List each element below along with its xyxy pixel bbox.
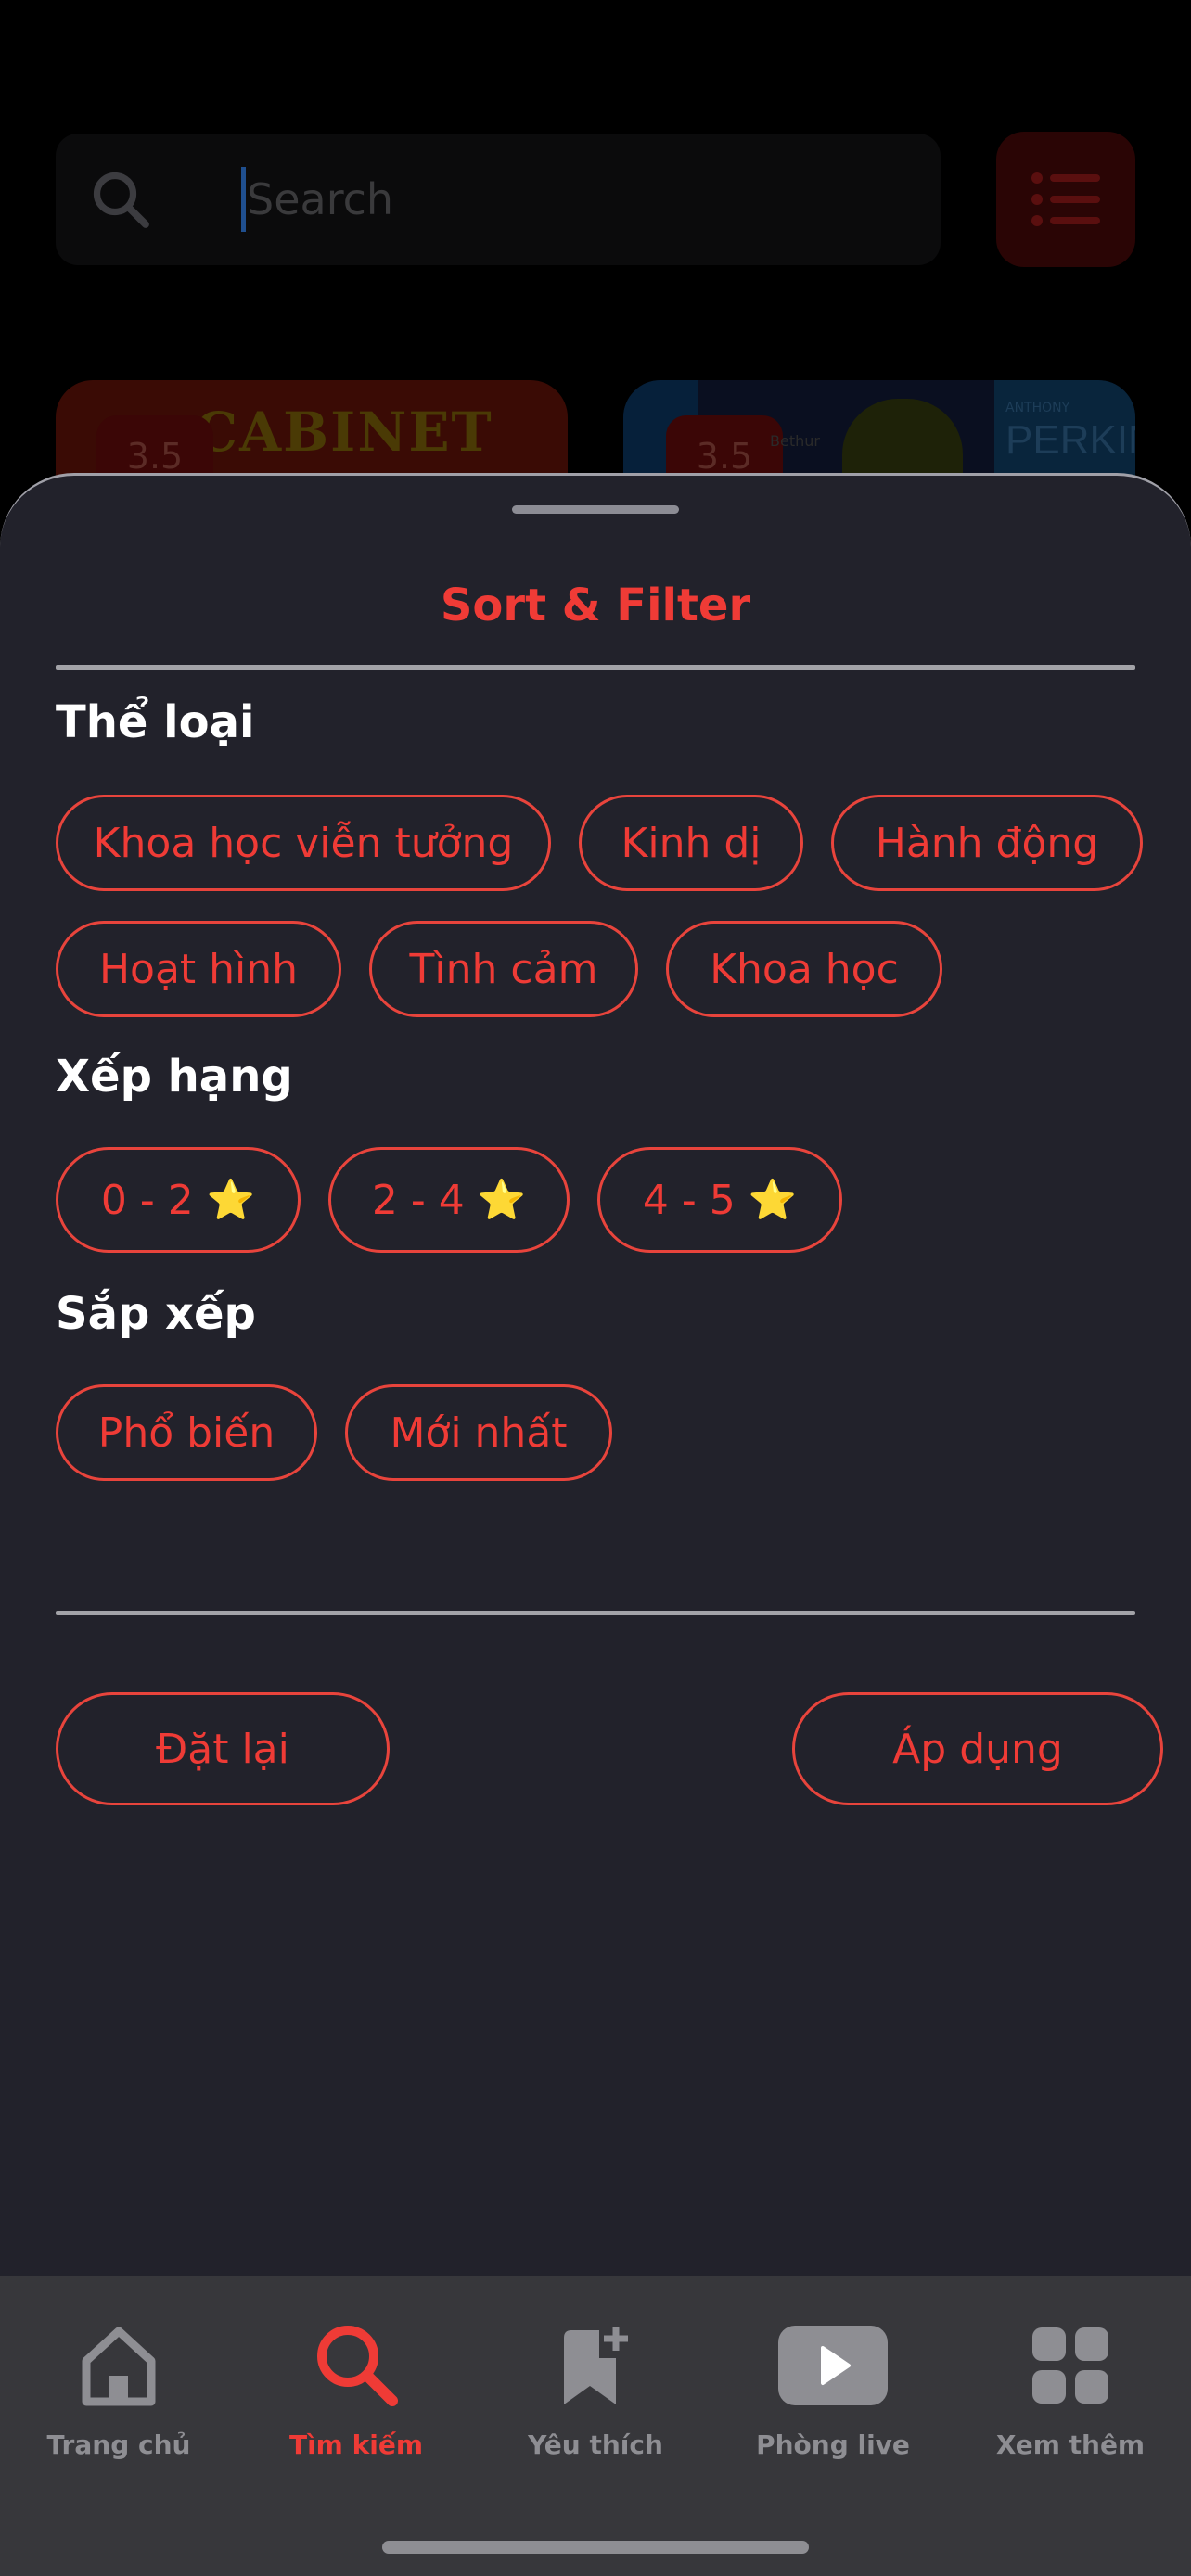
apply-button[interactable]: Áp dụng: [792, 1692, 1163, 1805]
divider: [56, 665, 1135, 670]
bookmark-add-icon: [558, 2315, 633, 2417]
nav-item-search[interactable]: Tìm kiếm: [237, 2276, 475, 2498]
chip-rating-0-2[interactable]: 0 - 2 ⭐: [56, 1147, 301, 1253]
search-input[interactable]: [247, 158, 896, 241]
home-indicator: [382, 2541, 809, 2554]
star-icon: ⭐: [748, 1177, 798, 1222]
section-title-genre: Thể loại: [56, 696, 255, 748]
nav-item-live[interactable]: Phòng live: [714, 2276, 952, 2498]
nav-label: Yêu thích: [528, 2429, 663, 2460]
text-caret: [241, 167, 246, 232]
chip-genre-science[interactable]: Khoa học: [666, 921, 942, 1017]
star-icon: ⭐: [206, 1177, 256, 1222]
chip-rating-4-5[interactable]: 4 - 5 ⭐: [597, 1147, 842, 1253]
drag-handle[interactable]: [512, 505, 679, 514]
nav-item-home[interactable]: Trang chủ: [0, 2276, 237, 2498]
nav-label: Tìm kiếm: [288, 2429, 423, 2460]
sort-filter-sheet: Sort & Filter Thể loại Khoa học viễn tưở…: [0, 473, 1191, 2277]
chip-label: 2 - 4: [371, 1176, 465, 1224]
reset-button[interactable]: Đặt lại: [56, 1692, 390, 1805]
home-icon: [79, 2315, 159, 2417]
play-icon: [776, 2315, 890, 2417]
grid-icon: [1031, 2315, 1110, 2417]
chip-genre-horror[interactable]: Kinh dị: [579, 795, 803, 891]
divider: [56, 1611, 1135, 1615]
search-icon: [313, 2315, 400, 2417]
star-icon: ⭐: [477, 1177, 527, 1222]
chip-genre-romance[interactable]: Tình cảm: [369, 921, 638, 1017]
chip-genre-scifi[interactable]: Khoa học viễn tưởng: [56, 795, 551, 891]
nav-label: Phòng live: [756, 2429, 910, 2460]
nav-item-more[interactable]: Xem thêm: [952, 2276, 1189, 2498]
poster-title-art: CABINET: [195, 401, 493, 464]
chip-genre-action[interactable]: Hành động: [831, 795, 1143, 891]
search-icon: [93, 172, 149, 228]
chip-label: 0 - 2: [100, 1176, 194, 1224]
chip-sort-popular[interactable]: Phổ biến: [56, 1384, 317, 1481]
section-title-rating: Xếp hạng: [56, 1051, 293, 1103]
search-bar[interactable]: [56, 134, 941, 265]
nav-label: Trang chủ: [46, 2429, 191, 2460]
chip-sort-newest[interactable]: Mới nhất: [345, 1384, 612, 1481]
list-menu-icon: [1031, 172, 1100, 226]
filter-menu-button[interactable]: [996, 132, 1135, 267]
bottom-nav: Trang chủ Tìm kiếm Yêu thích Phòng live …: [0, 2276, 1191, 2576]
sheet-title: Sort & Filter: [440, 580, 751, 631]
chip-rating-2-4[interactable]: 2 - 4 ⭐: [328, 1147, 570, 1253]
chip-genre-animation[interactable]: Hoạt hình: [56, 921, 341, 1017]
poster-small-text: ANTHONY: [1005, 401, 1070, 415]
section-title-sort: Sắp xếp: [56, 1288, 256, 1340]
nav-item-favorites[interactable]: Yêu thích: [477, 2276, 714, 2498]
poster-title-art: PERKINS: [1005, 417, 1135, 463]
poster-tiny-text: Bethur: [770, 432, 820, 450]
nav-label: Xem thêm: [995, 2429, 1146, 2460]
chip-label: 4 - 5: [642, 1176, 736, 1224]
